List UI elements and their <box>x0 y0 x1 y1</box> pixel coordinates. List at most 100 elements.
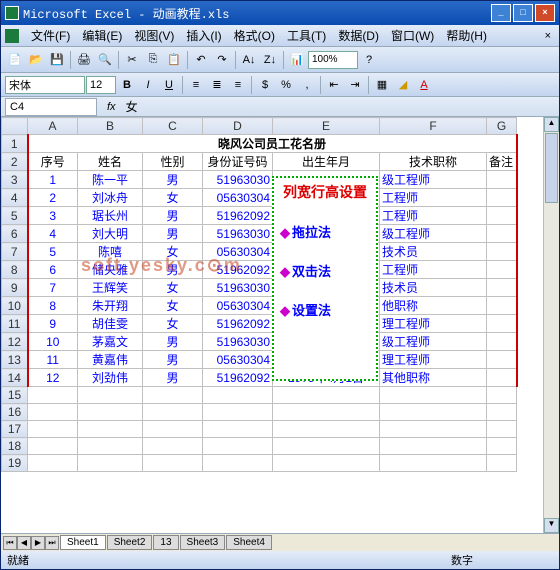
header-cell[interactable]: 性别 <box>143 153 203 171</box>
cell[interactable] <box>487 171 517 189</box>
bold-button[interactable]: B <box>117 75 137 95</box>
cell[interactable]: 51962092 <box>203 369 273 387</box>
row-header[interactable]: 8 <box>2 261 28 279</box>
cell[interactable]: 级工程师 <box>380 171 487 189</box>
tab-next-icon[interactable]: ▶ <box>31 536 45 550</box>
sheet-tab[interactable]: 13 <box>153 535 178 550</box>
row-header[interactable]: 16 <box>2 404 28 421</box>
row-header[interactable]: 7 <box>2 243 28 261</box>
cell[interactable]: 51962092 <box>203 315 273 333</box>
cell[interactable]: 刘冰舟 <box>78 189 143 207</box>
cell[interactable] <box>487 369 517 387</box>
col-header[interactable]: E <box>273 118 380 135</box>
cell[interactable] <box>380 404 487 421</box>
cell[interactable] <box>203 455 273 472</box>
preview-icon[interactable]: 🔍 <box>95 50 115 70</box>
title-cell[interactable]: 晓风公司员工花名册 <box>28 135 517 153</box>
tab-prev-icon[interactable]: ◀ <box>17 536 31 550</box>
cell[interactable]: 男 <box>143 225 203 243</box>
cell-reference-field[interactable]: C4 <box>5 98 97 116</box>
tab-first-icon[interactable]: ⏮ <box>3 536 17 550</box>
cell[interactable]: 其他职称 <box>380 369 487 387</box>
cell[interactable]: 2 <box>28 189 78 207</box>
cell[interactable]: 工程师 <box>380 207 487 225</box>
cell[interactable] <box>487 333 517 351</box>
menu-item[interactable]: 工具(T) <box>281 25 332 46</box>
cell[interactable] <box>28 404 78 421</box>
italic-button[interactable]: I <box>138 75 158 95</box>
scroll-thumb[interactable] <box>545 133 558 203</box>
cell[interactable] <box>78 404 143 421</box>
align-right-icon[interactable]: ≡ <box>228 75 248 95</box>
cell[interactable]: 7 <box>28 279 78 297</box>
cell[interactable]: 级工程师 <box>380 333 487 351</box>
cell[interactable] <box>380 438 487 455</box>
formula-field[interactable]: 女 <box>126 98 138 115</box>
font-size-field[interactable]: 12 <box>86 76 116 94</box>
sort-asc-icon[interactable]: A↓ <box>239 50 259 70</box>
cell[interactable] <box>487 189 517 207</box>
row-header[interactable]: 5 <box>2 207 28 225</box>
menu-item[interactable]: 视图(V) <box>128 25 180 46</box>
cell[interactable] <box>273 387 380 404</box>
col-header[interactable]: C <box>143 118 203 135</box>
cell[interactable]: 级工程师 <box>380 225 487 243</box>
col-header[interactable]: G <box>487 118 517 135</box>
new-icon[interactable]: 📄 <box>5 50 25 70</box>
save-icon[interactable]: 💾 <box>47 50 67 70</box>
col-header[interactable]: B <box>78 118 143 135</box>
menu-item[interactable]: 插入(I) <box>180 25 227 46</box>
worksheet[interactable]: ABCDEFG1晓风公司员工花名册2序号姓名性别身份证号码出生年月技术职称备注3… <box>1 117 559 533</box>
sheet-tab[interactable]: Sheet2 <box>107 535 153 550</box>
indent-dec-icon[interactable]: ⇤ <box>324 75 344 95</box>
cell[interactable]: 05630304 <box>203 243 273 261</box>
undo-icon[interactable]: ↶ <box>191 50 211 70</box>
cell[interactable] <box>28 455 78 472</box>
comma-icon[interactable]: , <box>297 75 317 95</box>
cell[interactable]: 4 <box>28 225 78 243</box>
cell[interactable] <box>487 404 517 421</box>
cell[interactable] <box>78 455 143 472</box>
row-header[interactable]: 12 <box>2 333 28 351</box>
indent-inc-icon[interactable]: ⇥ <box>345 75 365 95</box>
header-cell[interactable]: 身份证号码 <box>203 153 273 171</box>
cell[interactable]: 男 <box>143 171 203 189</box>
scroll-down-icon[interactable]: ▼ <box>544 518 559 533</box>
close-button[interactable]: × <box>535 4 555 22</box>
cell[interactable] <box>203 438 273 455</box>
sheet-tab[interactable]: Sheet3 <box>180 535 226 550</box>
border-icon[interactable]: ▦ <box>372 75 392 95</box>
help-icon[interactable]: ? <box>359 50 379 70</box>
scroll-up-icon[interactable]: ▲ <box>544 117 559 132</box>
row-header[interactable]: 4 <box>2 189 28 207</box>
cut-icon[interactable]: ✂ <box>122 50 142 70</box>
cell[interactable]: 王辉笑 <box>78 279 143 297</box>
cell[interactable]: 他职称 <box>380 297 487 315</box>
cell[interactable] <box>487 421 517 438</box>
app-menu-icon[interactable] <box>5 29 19 43</box>
cell[interactable]: 11 <box>28 351 78 369</box>
cell[interactable]: 9 <box>28 315 78 333</box>
cell[interactable] <box>487 351 517 369</box>
cell[interactable]: 刘劲伟 <box>78 369 143 387</box>
row-header[interactable]: 19 <box>2 455 28 472</box>
cell[interactable]: 51963030 <box>203 225 273 243</box>
cell[interactable]: 胡佳雯 <box>78 315 143 333</box>
cell[interactable]: 女 <box>143 297 203 315</box>
paste-icon[interactable]: 📋 <box>164 50 184 70</box>
header-cell[interactable]: 备注 <box>487 153 517 171</box>
menu-item[interactable]: 数据(D) <box>332 25 385 46</box>
cell[interactable]: 3 <box>28 207 78 225</box>
cell[interactable]: 51963030 <box>203 279 273 297</box>
cell[interactable] <box>203 421 273 438</box>
cell[interactable] <box>28 438 78 455</box>
open-icon[interactable]: 📂 <box>26 50 46 70</box>
cell[interactable]: 刘大明 <box>78 225 143 243</box>
cell[interactable]: 技术员 <box>380 243 487 261</box>
cell[interactable] <box>28 421 78 438</box>
cell[interactable] <box>380 455 487 472</box>
cell[interactable]: 10 <box>28 333 78 351</box>
cell[interactable]: 51963030 <box>203 171 273 189</box>
cell[interactable] <box>143 404 203 421</box>
cell[interactable]: 5 <box>28 243 78 261</box>
